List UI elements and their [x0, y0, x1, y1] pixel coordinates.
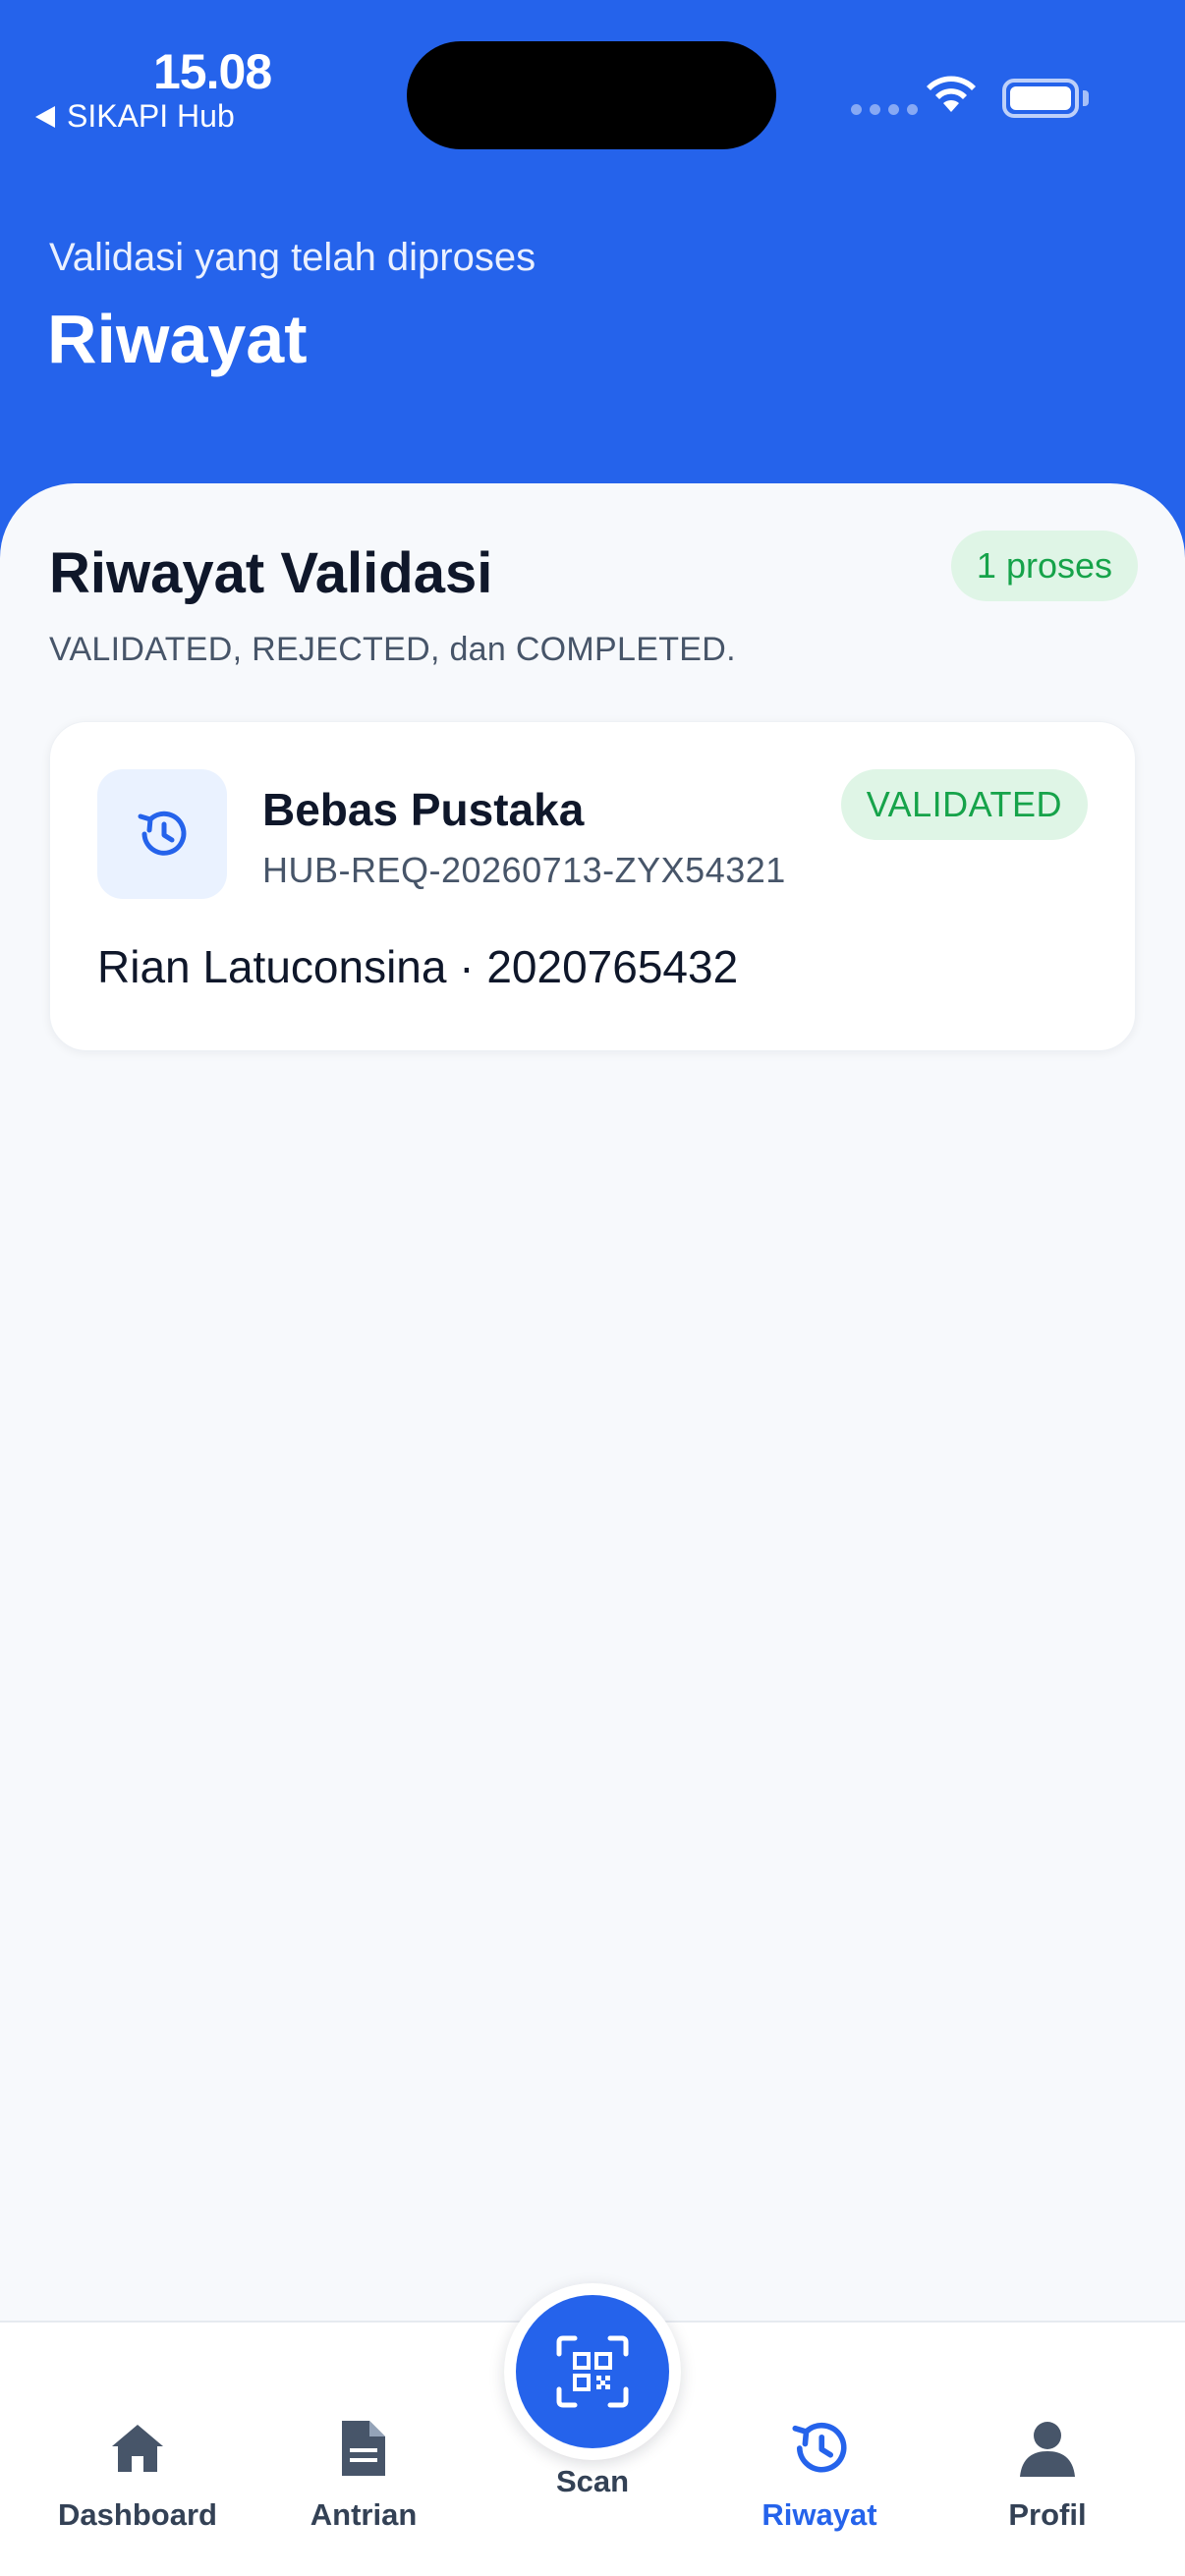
document-icon [338, 2413, 389, 2484]
status-badge: VALIDATED [840, 769, 1088, 840]
user-icon [1018, 2413, 1077, 2484]
tab-antrian[interactable]: Antrian [265, 2323, 462, 2576]
history-icon [97, 769, 227, 899]
back-to-app-button[interactable]: SIKAPI Hub [35, 98, 235, 135]
tab-label: Profil [1008, 2497, 1087, 2532]
scan-label[interactable]: Scan [504, 2464, 681, 2499]
page-title: Riwayat [47, 301, 308, 377]
tab-dashboard[interactable]: Dashboard [39, 2323, 236, 2576]
section-description: VALIDATED, REJECTED, dan COMPLETED. [49, 631, 736, 668]
back-app-label: SIKAPI Hub [67, 98, 235, 134]
status-time: 15.08 [153, 44, 272, 99]
home-icon [108, 2413, 167, 2484]
tab-riwayat[interactable]: Riwayat [721, 2323, 918, 2576]
scan-button-circle [516, 2295, 669, 2448]
history-icon [784, 2413, 855, 2484]
tab-profil[interactable]: Profil [949, 2323, 1146, 2576]
battery-cap [1083, 90, 1089, 106]
tab-label: Antrian [310, 2497, 418, 2532]
history-card[interactable]: Bebas Pustaka HUB-REQ-20260713-ZYX54321 … [49, 721, 1136, 1051]
person-info: Rian Latuconsina · 2020765432 [97, 941, 739, 992]
dynamic-island [407, 41, 776, 149]
content-sheet: Riwayat Validasi 1 proses VALIDATED, REJ… [0, 483, 1185, 2321]
request-code: HUB-REQ-20260713-ZYX54321 [262, 850, 786, 890]
back-arrow-icon [35, 105, 55, 128]
count-badge: 1 proses [950, 531, 1138, 601]
header: 15.08 SIKAPI Hub Validasi yang telah dip… [0, 0, 1185, 550]
header-subtitle: Validasi yang telah diproses [49, 236, 536, 279]
tab-label: Dashboard [58, 2497, 217, 2532]
tab-label: Riwayat [762, 2497, 877, 2532]
scan-button[interactable] [504, 2283, 681, 2460]
qr-scan-icon [556, 2335, 629, 2408]
card-title: Bebas Pustaka [262, 784, 585, 835]
section-title: Riwayat Validasi [49, 541, 493, 605]
battery-icon [1002, 79, 1079, 118]
wifi-icon [927, 76, 976, 112]
cellular-signal-icon [851, 104, 918, 115]
